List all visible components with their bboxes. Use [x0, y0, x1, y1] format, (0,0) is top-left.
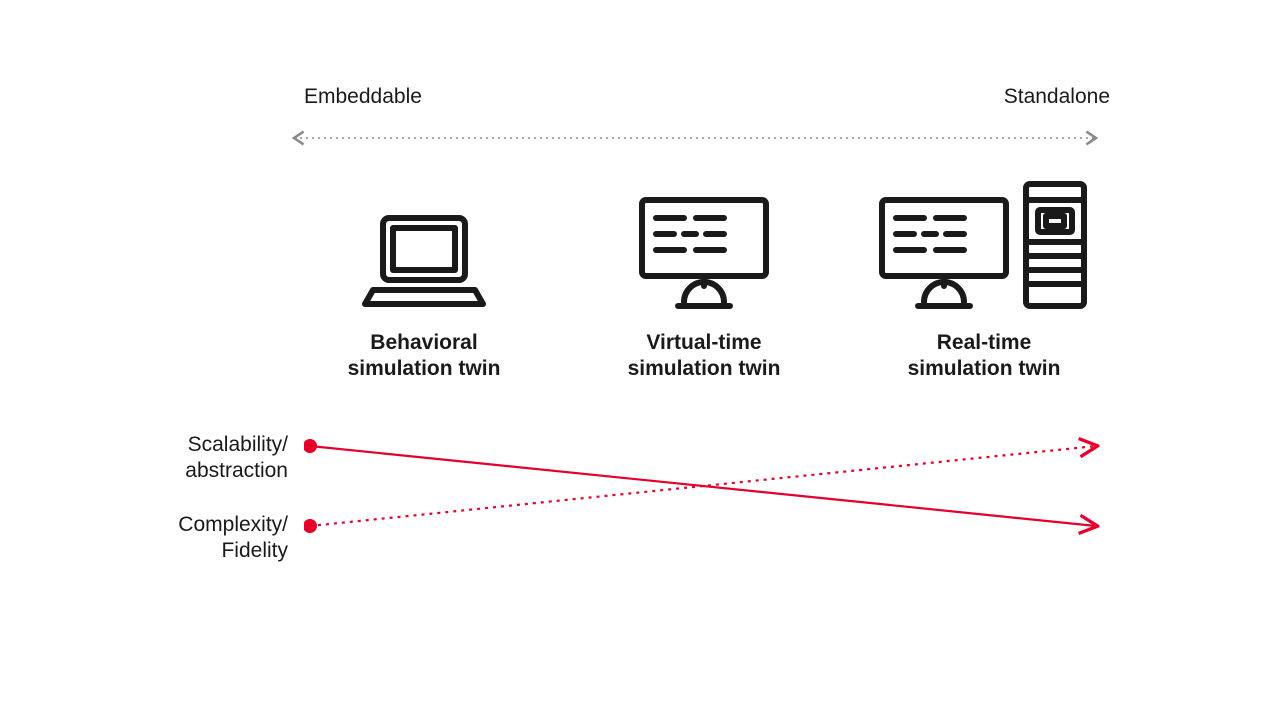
- dimension-label-scalability: Scalability/ abstraction: [0, 432, 288, 485]
- axis-double-arrow-icon: [286, 128, 1104, 148]
- item-behavioral: Behavioral simulation twin: [304, 182, 544, 392]
- diagram-canvas: Embeddable Standalone: [0, 0, 1280, 720]
- axis-label-right: Standalone: [1004, 85, 1110, 109]
- workstation-icon: [874, 180, 1094, 312]
- axis-label-left: Embeddable: [304, 85, 422, 109]
- dimension-arrows-icon: [304, 432, 1104, 552]
- item-real-time: Real-time simulation twin: [864, 182, 1104, 392]
- simulation-types-row: Behavioral simulation twin: [304, 182, 1104, 392]
- item-virtual-time: Virtual-time simulation twin: [584, 182, 824, 392]
- dimension-label-complexity: Complexity/ Fidelity: [0, 512, 288, 565]
- laptop-icon: [359, 212, 489, 312]
- item-label-virtual: Virtual-time simulation twin: [628, 330, 781, 383]
- item-label-behavioral: Behavioral simulation twin: [348, 330, 501, 383]
- monitor-icon: [634, 194, 774, 312]
- item-label-realtime: Real-time simulation twin: [908, 330, 1061, 383]
